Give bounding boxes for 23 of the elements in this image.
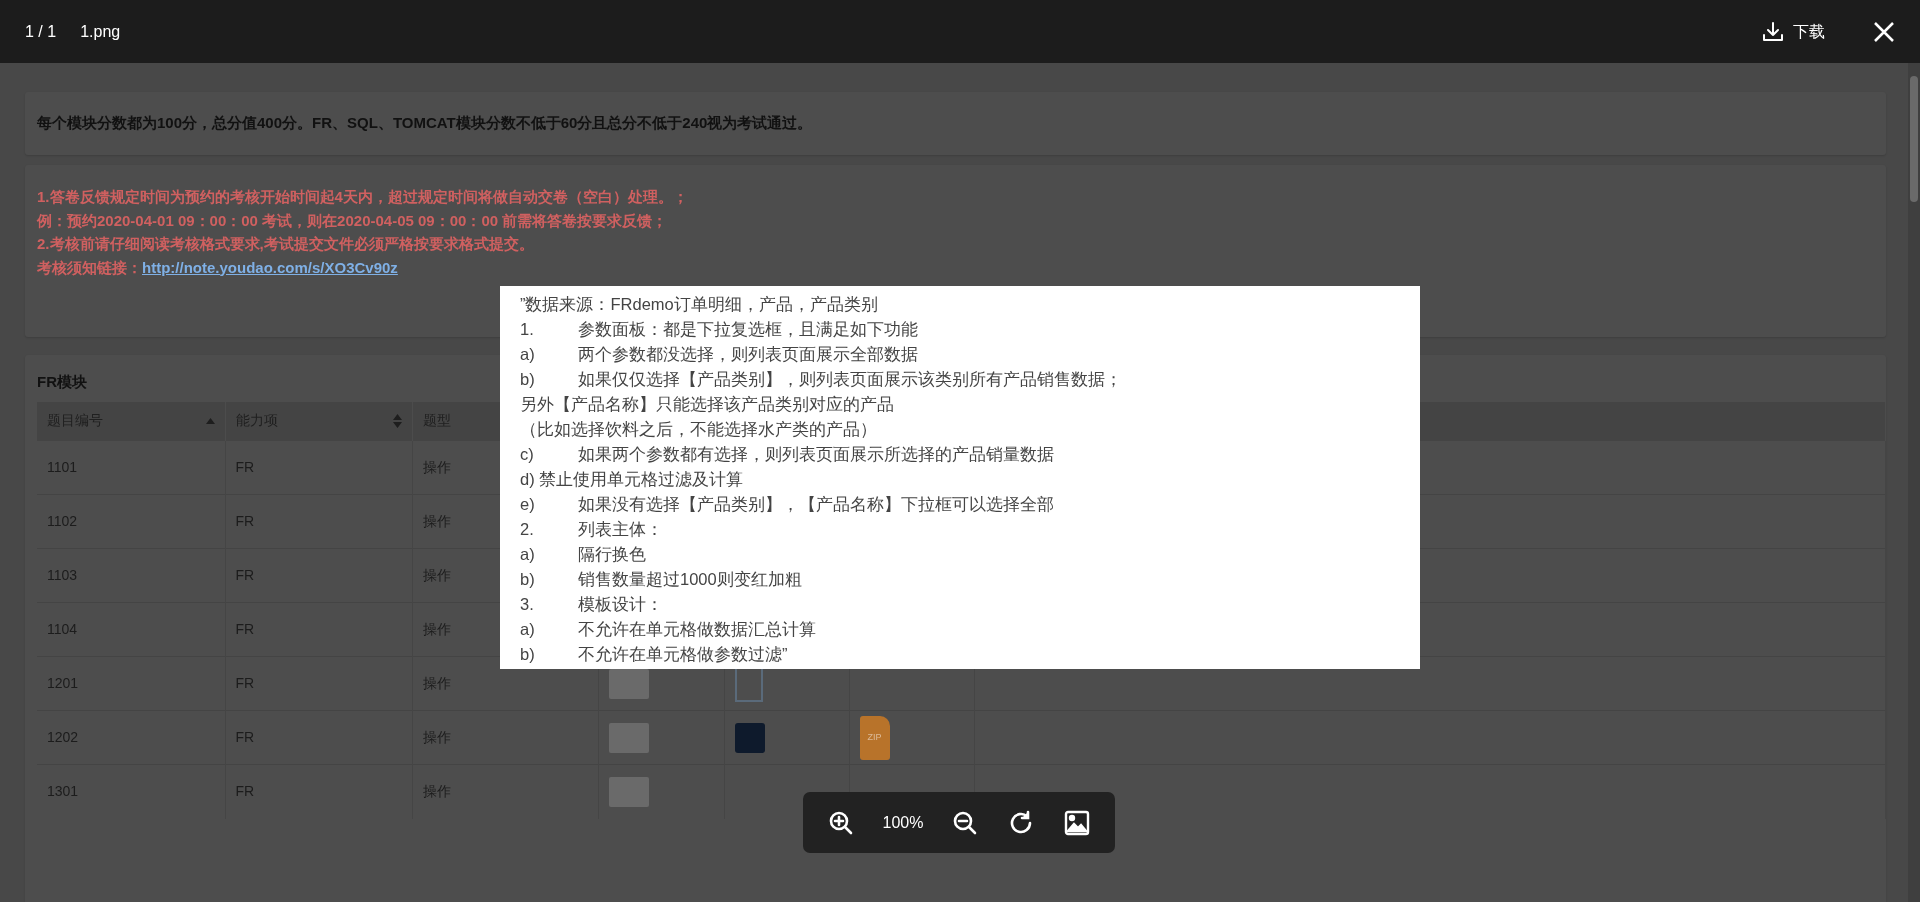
list-marker: a) [520,619,536,640]
section-title: FR模块 [37,372,87,392]
image-text: 另外【产品名称】只能选择该产品类别对应的产品 [520,394,894,415]
list-marker: 2. [520,519,535,540]
image-text: （比如选择饮料之后，不能选择水产类的产品） [520,419,877,440]
zoom-level: 100% [882,812,924,833]
image-text: 参数面板：都是下拉复选框，且满足如下功能 [578,319,918,340]
image-text: ”数据来源：FRdemo订单明细，产品，产品类别 [520,294,878,315]
notice-text: 1.答卷反馈规定时间为预约的考核开始时间起4天内，超过规定时间将做自动交卷（空白）处理。； [37,187,689,207]
notice-text: 每个模块分数都为100分，总分值400分。FR、SQL、TOMCAT模块分数不低于60分且总分不低于240视为考试通过。 [37,113,813,134]
image-filename: 1.png [80,21,121,42]
list-marker: 1. [520,319,535,340]
list-marker: c) [520,444,535,465]
notice-text: 例：预约2020-04-01 09：00：00 考试，则在2020-04-05 09：00：00 前需将答卷按要求反馈； [37,210,669,231]
list-marker: b) [520,369,536,390]
image-text: 两个参数都没选择，则列表页面展示全部数据 [578,344,918,365]
image-text: 如果仅仅选择【产品类别】，则列表页面展示该类别所有产品销售数据； [578,369,1122,390]
list-marker: a) [520,344,536,365]
list-marker: e) [520,494,536,515]
list-marker: b) [520,569,536,590]
image-counter: 1 / 1 [25,21,57,42]
notice-text: 考核须知链接： [37,258,142,276]
notice-text: 2.考核前请仔细阅读考核格式要求,考试提交文件必须严格按要求格式提交。 [37,234,535,254]
